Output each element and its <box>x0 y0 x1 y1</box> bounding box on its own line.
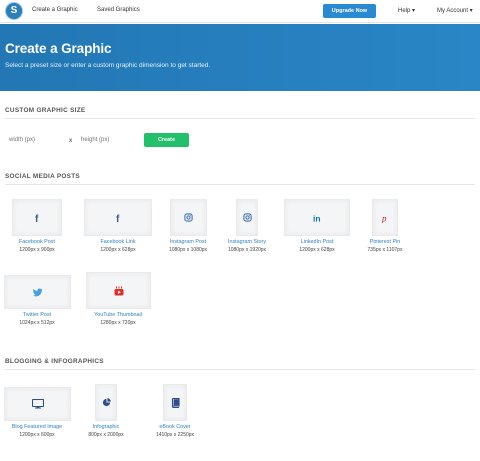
social-media-heading: SOCIAL MEDIA POSTS <box>5 173 80 180</box>
dimension-separator: x <box>69 137 73 144</box>
instagram-icon <box>242 213 252 222</box>
tile-thumbnail[interactable] <box>163 384 187 421</box>
preset-facebook-post[interactable]: f Facebook Post 1200px x 900px <box>12 199 62 256</box>
svg-text:in: in <box>313 213 321 223</box>
divider <box>5 369 475 370</box>
divider <box>5 184 475 185</box>
instagram-icon <box>184 213 193 222</box>
preset-youtube-thumbnail[interactable]: YouTube Thumbnail 1280px x 720px <box>86 272 151 332</box>
tile-label[interactable]: Facebook Post <box>2 239 72 245</box>
tile-label[interactable]: LinkedIn Post <box>282 239 352 245</box>
tile-size: 1080px x 1920px <box>227 247 267 253</box>
preset-ebook-cover[interactable]: eBook Cover 1410px x 2250px <box>156 384 194 444</box>
tile-label[interactable]: Pinterest Pin <box>350 239 420 245</box>
svg-text:f: f <box>116 214 120 223</box>
nav-saved-graphics[interactable]: Saved Graphics <box>97 7 140 13</box>
facebook-icon: f <box>35 214 39 223</box>
upgrade-now-button[interactable]: Upgrade Now <box>323 4 376 18</box>
tile-label[interactable]: YouTube Thumbnail <box>83 312 153 318</box>
tile-thumbnail[interactable] <box>170 199 207 236</box>
page-subtitle: Select a preset size or enter a custom g… <box>5 62 211 69</box>
height-input[interactable]: height (px) <box>81 137 109 143</box>
create-button[interactable]: Create <box>144 133 189 147</box>
tile-thumbnail[interactable]: p <box>372 199 398 236</box>
blogging-heading: BLOGGING & INFOGRAPHICS <box>5 358 104 365</box>
top-nav: S Create a Graphic Saved Graphics Upgrad… <box>0 0 480 23</box>
preset-blog-featured-image[interactable]: Blog Featured Image 1200px x 600px <box>4 387 71 444</box>
tile-thumbnail[interactable] <box>95 384 117 421</box>
book-icon <box>171 397 180 408</box>
twitter-icon <box>32 288 42 296</box>
hero-banner: Create a Graphic Select a preset size or… <box>0 24 480 91</box>
preset-twitter-post[interactable]: Twitter Post 1024px x 512px <box>4 275 71 332</box>
tile-label[interactable]: Blog Featured Image <box>2 424 72 430</box>
tile-size: 1280px x 720px <box>100 320 136 326</box>
width-input[interactable]: width (px) <box>9 137 35 143</box>
tile-thumbnail[interactable]: in <box>284 199 350 236</box>
nav-help-dropdown[interactable]: Help ▾ <box>398 7 415 14</box>
custom-size-heading: CUSTOM GRAPHIC SIZE <box>5 107 86 114</box>
pie-chart-icon <box>102 398 111 407</box>
preset-pinterest-pin[interactable]: p Pinterest Pin 735px x 1107px <box>368 199 402 256</box>
tile-size: 1200px x 900px <box>19 247 55 253</box>
tile-size: 1200px x 628px <box>299 247 335 253</box>
nav-my-account-dropdown[interactable]: My Account ▾ <box>437 7 473 14</box>
preset-facebook-link[interactable]: f Facebook Link 1200px x 628px <box>84 199 152 256</box>
facebook-icon: f <box>116 214 120 223</box>
tile-thumbnail[interactable]: f <box>84 199 152 236</box>
svg-text:f: f <box>35 214 39 223</box>
preset-infographic[interactable]: Infographic 800px x 2000px <box>88 384 124 444</box>
tile-size: 1024px x 512px <box>19 320 55 326</box>
page-title: Create a Graphic <box>5 41 112 56</box>
logo-icon[interactable]: S <box>6 3 22 19</box>
linkedin-icon: in <box>313 213 321 223</box>
tile-label[interactable]: Twitter Post <box>2 312 72 318</box>
nav-create-graphic[interactable]: Create a Graphic <box>32 7 78 13</box>
tile-size: 735px x 1107px <box>367 247 403 253</box>
svg-text:p: p <box>381 213 387 223</box>
tile-label[interactable]: Instagram Story <box>212 239 282 245</box>
preset-instagram-post[interactable]: Instagram Post 1080px x 1080px <box>169 199 207 256</box>
tile-size: 1200px x 628px <box>100 247 136 253</box>
tile-label[interactable]: Facebook Link <box>83 239 153 245</box>
tile-label[interactable]: Infographic <box>71 424 141 430</box>
tile-size: 1410px x 2250px <box>155 432 195 438</box>
divider <box>5 118 475 119</box>
tile-label[interactable]: eBook Cover <box>140 424 210 430</box>
tile-thumbnail[interactable]: f <box>12 199 62 236</box>
tile-thumbnail[interactable] <box>4 387 71 421</box>
tile-thumbnail[interactable] <box>4 275 71 309</box>
tile-size: 1200px x 600px <box>19 432 55 438</box>
preset-instagram-story[interactable]: Instagram Story 1080px x 1920px <box>228 199 266 256</box>
tile-thumbnail[interactable] <box>236 199 258 236</box>
pinterest-icon: p <box>381 213 387 223</box>
tile-size: 800px x 2000px <box>88 432 124 438</box>
preset-linkedin-post[interactable]: in LinkedIn Post 1200px x 628px <box>284 199 350 256</box>
tile-thumbnail[interactable] <box>86 272 151 309</box>
youtube-icon <box>114 286 123 295</box>
monitor-icon <box>31 399 44 409</box>
